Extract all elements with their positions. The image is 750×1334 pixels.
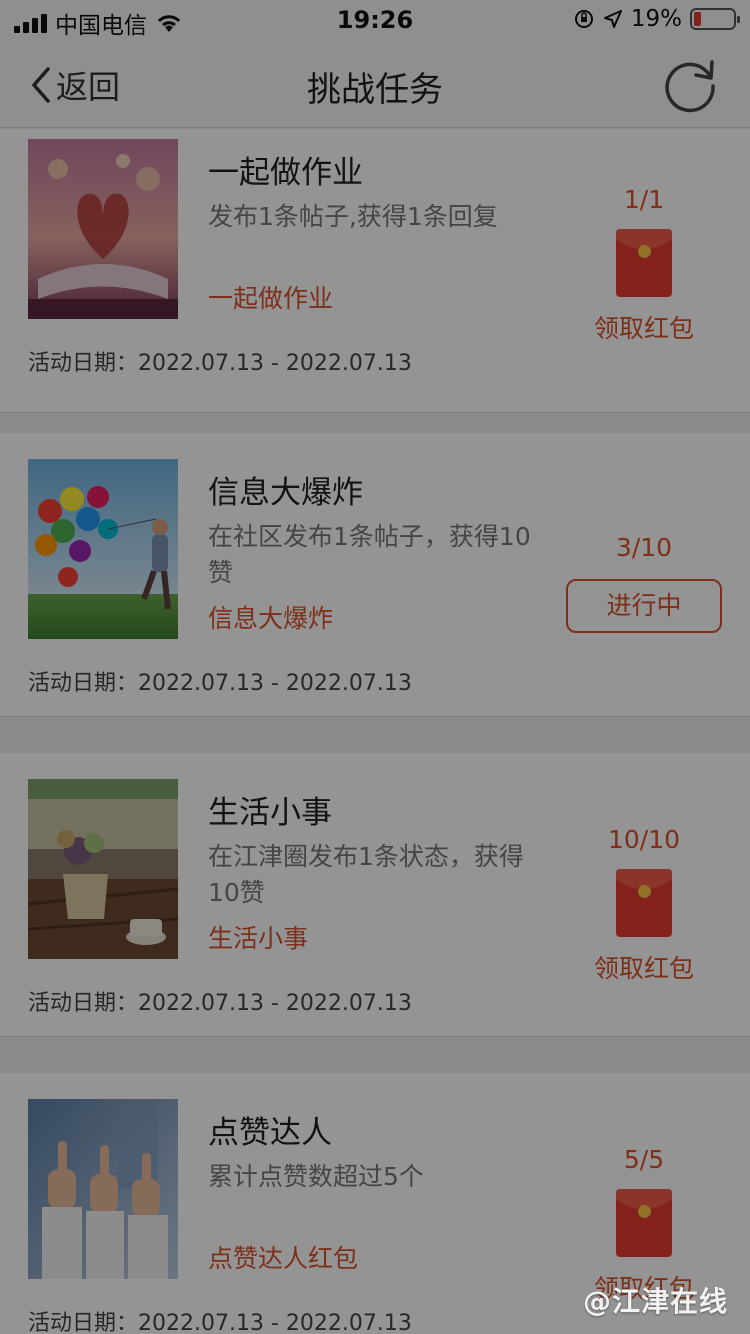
task-tag: 信息大爆炸 <box>208 604 334 633</box>
claim-red-envelope-button[interactable]: 领取红包 <box>566 949 722 985</box>
task-progress: 3/10 <box>615 533 673 562</box>
task-card[interactable]: 信息大爆炸 在社区发布1条帖子，获得10赞 信息大爆炸 活动日期：2022.07… <box>0 433 750 717</box>
location-icon <box>603 10 622 28</box>
watermark: @江津在线 <box>582 1285 728 1318</box>
task-thumbnail <box>28 779 178 959</box>
task-description: 在社区发布1条帖子，获得10赞 <box>208 522 531 587</box>
task-thumbnail <box>28 459 178 639</box>
task-date: 活动日期：2022.07.13 - 2022.07.13 <box>28 1311 412 1334</box>
red-envelope-icon[interactable] <box>616 869 672 937</box>
page-title: 挑战任务 <box>307 70 443 110</box>
task-progress: 5/5 <box>623 1145 665 1174</box>
task-description: 累计点赞数超过5个 <box>208 1162 424 1191</box>
red-envelope-icon[interactable] <box>616 1189 672 1257</box>
task-card[interactable]: 生活小事 在江津圈发布1条状态，获得10赞 生活小事 活动日期：2022.07.… <box>0 753 750 1037</box>
task-description: 发布1条帖子,获得1条回复 <box>208 202 498 231</box>
red-envelope-icon[interactable] <box>616 229 672 297</box>
task-thumbnail <box>28 1099 178 1279</box>
task-card[interactable]: 一起做作业 发布1条帖子,获得1条回复 一起做作业 活动日期：2022.07.1… <box>0 129 750 413</box>
task-tag: 一起做作业 <box>208 284 334 313</box>
battery-fill <box>694 12 701 26</box>
orientation-lock-icon <box>574 10 593 28</box>
status-right: 19% <box>573 6 740 32</box>
task-tag: 生活小事 <box>208 924 309 953</box>
task-date: 活动日期：2022.07.13 - 2022.07.13 <box>28 991 412 1016</box>
task-tag: 点赞达人红包 <box>208 1244 359 1273</box>
claim-red-envelope-button[interactable]: 领取红包 <box>566 309 722 345</box>
task-progress: 1/1 <box>623 185 665 214</box>
task-description: 在江津圈发布1条状态，获得10赞 <box>208 842 524 907</box>
refresh-icon <box>665 60 715 113</box>
task-title: 点赞达人 <box>208 1115 332 1151</box>
refresh-button[interactable] <box>660 54 720 114</box>
battery-percent: 19% <box>630 6 682 32</box>
task-progress: 10/10 <box>607 825 681 854</box>
task-title: 信息大爆炸 <box>208 475 363 511</box>
task-date: 活动日期：2022.07.13 - 2022.07.13 <box>28 671 412 696</box>
status-bar: 中国电信 19:26 19% <box>0 0 750 40</box>
nav-bar: 返回 挑战任务 <box>0 40 750 128</box>
task-title: 生活小事 <box>208 795 332 831</box>
task-date: 活动日期：2022.07.13 - 2022.07.13 <box>28 351 412 376</box>
task-title: 一起做作业 <box>208 155 363 191</box>
in-progress-button[interactable]: 进行中 <box>566 579 722 633</box>
task-thumbnail <box>28 139 178 319</box>
battery-icon <box>690 8 740 30</box>
